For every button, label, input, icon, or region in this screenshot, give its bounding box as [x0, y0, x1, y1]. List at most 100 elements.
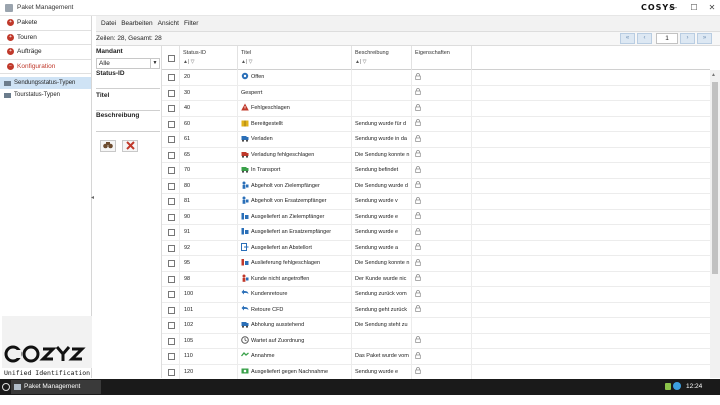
clear-filter-button[interactable] [122, 140, 138, 152]
subitem-tourstatus-typen[interactable]: Tourstatus-Typen [0, 89, 91, 101]
table-row[interactable]: 105 Wartet auf Zuordnung [162, 333, 710, 349]
warning-icon [241, 103, 249, 111]
table-row[interactable]: 100 Kundenretoure Sendung zurück vom [162, 287, 710, 303]
row-checkbox[interactable] [168, 368, 175, 376]
title-text: Wartet auf Zuordnung [251, 337, 305, 344]
table-row[interactable]: 92 Ausgeliefert an Abstellort Sendung wurd… [162, 240, 710, 256]
scroll-up-icon[interactable]: ▲ [711, 72, 716, 78]
row-select-cell [162, 364, 180, 380]
status-id-cell: 105 [180, 333, 238, 349]
table-row[interactable]: 95 Auslieferung fehlgeschlagen Die Sendung… [162, 256, 710, 272]
title-input[interactable] [96, 102, 160, 111]
header-status-id[interactable]: Status-ID ▲| ▽ [180, 46, 238, 70]
money-icon [241, 368, 249, 374]
table-row[interactable]: 20 Offen [162, 70, 710, 86]
title-text: Retoure CFD [251, 306, 284, 313]
nav-item-auftraege[interactable]: + Aufträge [0, 45, 91, 60]
search-button[interactable] [100, 140, 116, 152]
select-all-checkbox[interactable] [168, 55, 175, 62]
table-row[interactable]: 30 Gesperrt [162, 85, 710, 101]
sort-filter-icon[interactable]: ▲| ▽ [355, 59, 409, 65]
start-icon[interactable] [2, 383, 10, 391]
lock-icon [415, 88, 421, 95]
status-id-cell: 91 [180, 225, 238, 241]
status-id-input[interactable] [96, 80, 160, 89]
row-checkbox[interactable] [168, 198, 175, 205]
row-select-cell [162, 333, 180, 349]
maximize-button[interactable]: ☐ [688, 2, 700, 13]
row-checkbox[interactable] [168, 151, 175, 159]
title-cell: Ausgeliefert an Ersatzempfänger [238, 225, 352, 241]
description-input[interactable] [96, 123, 160, 132]
table-row[interactable]: 80 Abgeholt von Zielempfänger Die Sendung … [162, 178, 710, 194]
table-row[interactable]: 81 Abgeholt von Ersatzempfänger Sendung wu… [162, 194, 710, 210]
sort-filter-icon[interactable]: ▲| ▽ [241, 59, 349, 65]
table-row[interactable]: 120 Ausgeliefert gegen Nachnahme Sendung w… [162, 364, 710, 380]
status-id-cell: 120 [180, 364, 238, 380]
row-checkbox[interactable] [168, 291, 175, 298]
header-title[interactable]: Titel ▲| ▽ [238, 46, 352, 70]
table-row[interactable]: 61 Verladen Sendung wurde in da [162, 132, 710, 148]
table-row[interactable]: 90 Ausgeliefert an Zielempfänger Sendung w… [162, 209, 710, 225]
table-row[interactable]: 70 In Transport Sendung befindet [162, 163, 710, 179]
battery-icon[interactable] [665, 383, 671, 390]
minimize-button[interactable]: — [667, 2, 679, 13]
row-checkbox[interactable] [168, 105, 175, 112]
row-checkbox[interactable] [168, 182, 175, 190]
close-button[interactable]: ✕ [706, 2, 718, 13]
row-checkbox[interactable] [168, 120, 175, 128]
row-checkbox[interactable] [168, 353, 175, 360]
table-row[interactable]: 101 Retoure CFD Sendung geht zurück [162, 302, 710, 318]
table-row[interactable]: 102 Abholung ausstehend Die Sendung steht … [162, 318, 710, 334]
nav-item-touren[interactable]: + Touren [0, 31, 91, 45]
menu-ansicht[interactable]: Ansicht [158, 20, 179, 27]
first-page-icon[interactable]: « [620, 33, 635, 44]
row-select-cell [162, 85, 180, 101]
lock-icon [415, 289, 421, 297]
header-properties[interactable]: Eigenschaften [412, 46, 472, 70]
table-row[interactable]: 91 Ausgeliefert an Ersatzempfänger Sendung… [162, 225, 710, 241]
row-checkbox[interactable] [168, 260, 175, 267]
row-checkbox[interactable] [168, 167, 175, 174]
row-checkbox[interactable] [168, 306, 175, 314]
row-checkbox[interactable] [168, 213, 175, 221]
row-checkbox[interactable] [168, 244, 175, 252]
menu-bearbeiten[interactable]: Bearbeiten [121, 20, 152, 27]
next-page-icon[interactable]: › [680, 33, 695, 44]
collapse-handle-icon[interactable]: ◂ [91, 194, 95, 202]
menu-datei[interactable]: Datei [101, 20, 116, 27]
table-row[interactable]: 60 Bereitgestellt Sendung wurde für d [162, 116, 710, 132]
row-checkbox[interactable] [168, 229, 175, 236]
vertical-scrollbar[interactable]: ▲ [710, 70, 720, 378]
description-cell: Sendung geht zurück [352, 302, 412, 318]
nav-item-konfiguration[interactable]: − Konfiguration [0, 60, 91, 74]
table-row[interactable]: 40 Fehlgeschlagen [162, 101, 710, 117]
network-icon[interactable] [673, 382, 681, 390]
row-select-cell [162, 70, 180, 86]
page-number-field[interactable]: 1 [656, 33, 678, 44]
row-checkbox[interactable] [168, 89, 175, 97]
prev-page-icon[interactable]: ‹ [637, 33, 652, 44]
menu-filter[interactable]: Filter [184, 20, 198, 27]
plus-icon: + [7, 48, 14, 56]
row-checkbox[interactable] [168, 337, 175, 345]
row-checkbox[interactable] [168, 275, 175, 283]
row-checkbox[interactable] [168, 136, 175, 143]
nav-item-pakete[interactable]: + Pakete [0, 16, 91, 31]
table-row[interactable]: 65 Verladung fehlgeschlagen Die Sendung ko… [162, 147, 710, 163]
sort-filter-icon[interactable]: ▲| ▽ [183, 59, 235, 65]
header-description[interactable]: Beschreibung ▲| ▽ [352, 46, 412, 70]
table-row[interactable]: 110 Annahme Das Paket wurde vom [162, 349, 710, 365]
subitem-sendungsstatus-typen[interactable]: Sendungsstatus-Typen [0, 77, 91, 89]
mandant-select[interactable]: Alle ▼ [96, 58, 160, 69]
description-cell: Die Sendung steht zu [352, 318, 412, 334]
table-row[interactable]: 98 Kunde nicht angetroffen Der Kunde wurde… [162, 271, 710, 287]
scrollbar-thumb[interactable] [712, 82, 718, 274]
taskbar-item-paket-management[interactable]: Paket Management [11, 380, 101, 394]
title-cell: Kundenretoure [238, 287, 352, 303]
properties-cell [412, 194, 472, 210]
row-checkbox[interactable] [168, 74, 175, 81]
last-page-icon[interactable]: » [697, 33, 712, 44]
row-checkbox[interactable] [168, 322, 175, 329]
title-cell: Ausgeliefert an Abstellort [238, 240, 352, 256]
